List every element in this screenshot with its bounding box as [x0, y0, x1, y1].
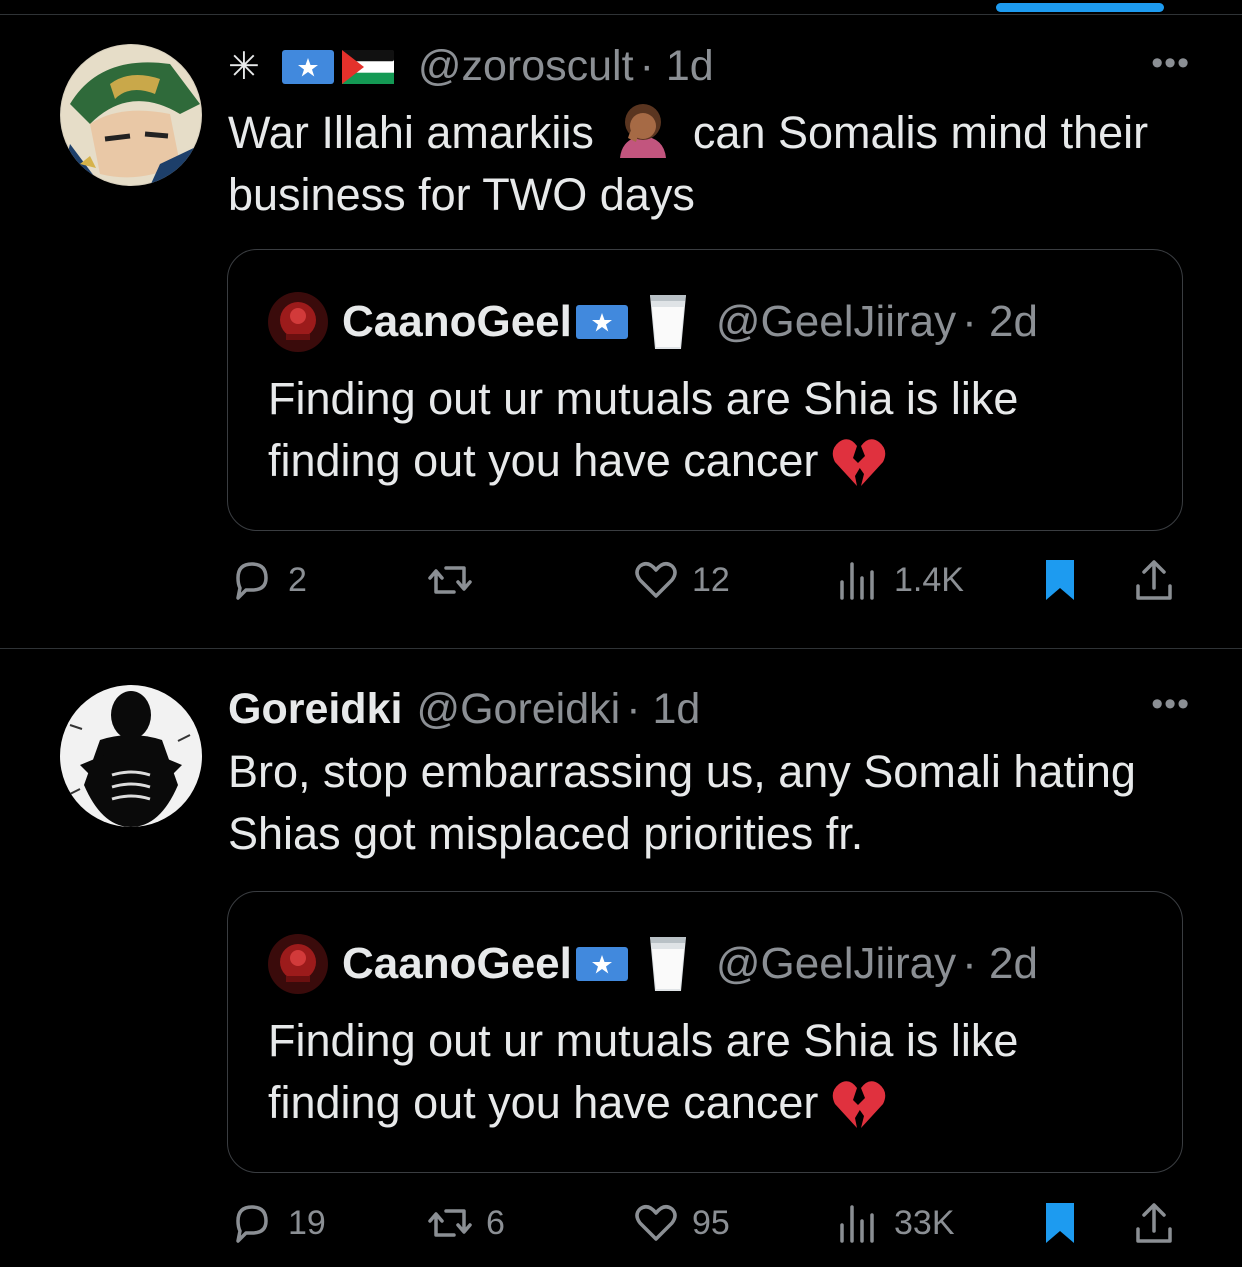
quoted-avatar[interactable] — [268, 934, 328, 994]
quoted-avatar-image — [268, 934, 328, 994]
more-options-icon[interactable]: ••• — [1151, 685, 1190, 724]
tweet-header: ✳ @zoroscult · 1d — [228, 42, 714, 91]
tweet-text-part: War Illahi amarkiis — [228, 107, 594, 158]
views-chart-icon — [840, 1205, 874, 1243]
tweet-text: War Illahi amarkiis can Somalis mind the… — [228, 100, 1168, 226]
somalia-flag-icon — [575, 947, 628, 981]
share-button[interactable] — [1130, 1199, 1178, 1247]
star-glyph: ✳ — [228, 46, 260, 88]
like-count: 95 — [692, 1203, 730, 1242]
quoted-text: Finding out ur mutuals are Shia is like … — [268, 373, 1019, 486]
quoted-timestamp[interactable]: · 2d — [962, 297, 1038, 347]
views-chart-icon — [840, 562, 874, 600]
quoted-tweet-header: CaanoGeel @GeelJiiray · 2d — [268, 934, 1038, 994]
milk-glass-icon — [649, 295, 686, 349]
tweet-handle[interactable]: @Goreidki — [416, 685, 620, 734]
share-icon — [1136, 1203, 1172, 1243]
quoted-avatar[interactable] — [268, 292, 328, 352]
reply-count: 19 — [288, 1203, 326, 1242]
retweet-icon — [428, 1209, 472, 1237]
broken-heart-emoji-icon — [832, 1081, 886, 1128]
tweet-header: Goreidki @Goreidki · 1d — [228, 685, 700, 734]
quoted-tweet-header: CaanoGeel @GeelJiiray · 2d — [268, 292, 1038, 352]
tweet-text: Bro, stop embarrassing us, any Somali ha… — [228, 746, 1136, 859]
quoted-tweet-text: Finding out ur mutuals are Shia is like … — [268, 368, 1148, 492]
reply-button[interactable]: 19 — [228, 1199, 326, 1247]
palestine-flag-icon — [341, 49, 394, 84]
heart-icon — [635, 1205, 677, 1241]
tweet-1[interactable]: ✳ @zoroscult · 1d ••• War Illahi amarkii… — [0, 14, 1242, 649]
active-tab-indicator — [996, 3, 1164, 12]
views-count: 33K — [894, 1203, 955, 1242]
top-tab-bar — [0, 0, 1242, 15]
quoted-handle[interactable]: @GeelJiiray — [716, 939, 956, 989]
bookmark-icon — [1046, 1203, 1074, 1243]
quoted-timestamp[interactable]: · 2d — [962, 939, 1038, 989]
tweet-2[interactable]: Goreidki @Goreidki · 1d ••• Bro, stop em… — [0, 649, 1242, 1267]
quoted-avatar-image — [268, 292, 328, 352]
tweet-timestamp[interactable]: · 1d — [640, 42, 714, 91]
avatar[interactable] — [60, 44, 202, 186]
tweet-actions: 19 6 95 33K — [228, 1199, 1178, 1251]
views-count: 1.4K — [894, 560, 964, 599]
share-button[interactable] — [1130, 556, 1178, 604]
like-count: 12 — [692, 560, 730, 599]
quoted-tweet[interactable]: CaanoGeel @GeelJiiray · 2d Finding out u… — [227, 891, 1183, 1173]
retweet-count: 6 — [486, 1203, 505, 1242]
views-button[interactable]: 33K — [834, 1199, 955, 1247]
more-options-icon[interactable]: ••• — [1151, 44, 1190, 83]
quoted-tweet[interactable]: CaanoGeel @GeelJiiray · 2d Finding out u… — [227, 249, 1183, 531]
views-button[interactable]: 1.4K — [834, 556, 964, 604]
heart-icon — [635, 562, 677, 598]
tweet-handle[interactable]: @zoroscult — [418, 42, 634, 91]
tweet-actions: 2 12 1.4K — [228, 556, 1178, 608]
somalia-flag-icon — [575, 305, 628, 339]
display-name[interactable]: Goreidki — [228, 685, 402, 734]
milk-glass-icon — [649, 937, 686, 991]
share-icon — [1136, 560, 1172, 600]
reply-icon — [236, 562, 268, 600]
reply-count: 2 — [288, 560, 307, 599]
bookmark-icon — [1046, 560, 1074, 600]
like-button[interactable]: 95 — [632, 1199, 730, 1247]
avatar-silhouette-image — [60, 685, 202, 827]
facepalm-emoji-icon — [620, 104, 667, 158]
broken-heart-emoji-icon — [832, 439, 886, 486]
quoted-tweet-text: Finding out ur mutuals are Shia is like … — [268, 1010, 1148, 1134]
reply-button[interactable]: 2 — [228, 556, 307, 604]
somalia-flag-icon — [281, 49, 334, 84]
reply-icon — [236, 1205, 268, 1243]
retweet-button[interactable]: 6 — [426, 1199, 505, 1247]
quoted-display-name[interactable]: CaanoGeel — [342, 297, 572, 347]
bookmark-button[interactable] — [1036, 556, 1084, 604]
like-button[interactable]: 12 — [632, 556, 730, 604]
retweet-button[interactable] — [426, 556, 486, 604]
retweet-icon — [428, 566, 472, 594]
avatar-anime-character-image — [60, 44, 202, 186]
quoted-text: Finding out ur mutuals are Shia is like … — [268, 1015, 1019, 1128]
bookmark-button[interactable] — [1036, 1199, 1084, 1247]
quoted-handle[interactable]: @GeelJiiray — [716, 297, 956, 347]
quoted-display-name[interactable]: CaanoGeel — [342, 939, 572, 989]
tweet-timestamp[interactable]: · 1d — [626, 685, 700, 734]
avatar[interactable] — [60, 685, 202, 827]
